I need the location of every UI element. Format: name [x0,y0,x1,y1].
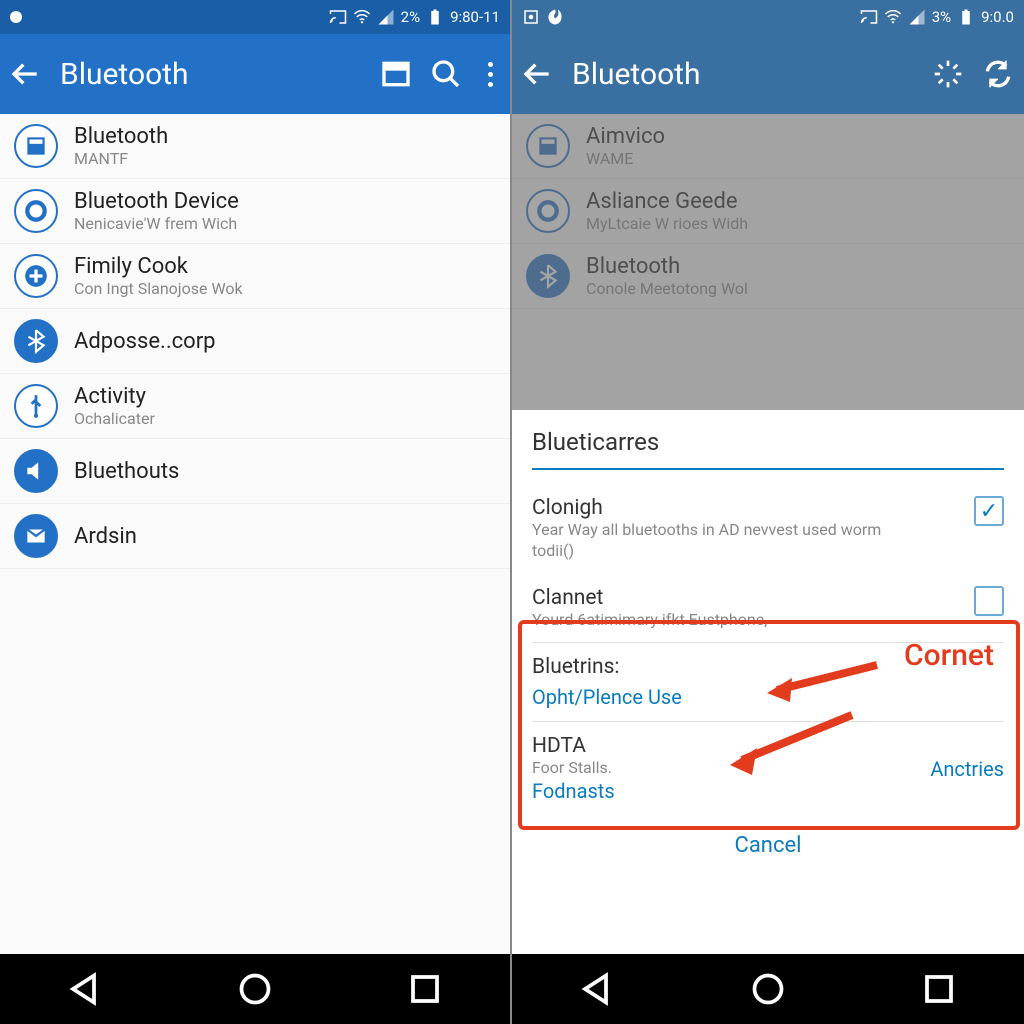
cancel-button[interactable]: Cancel [735,833,802,858]
app-bar: Bluetooth [512,34,1024,114]
list-item-title: Ardsin [74,524,137,549]
list-item-title: Activity [74,384,155,409]
list-item[interactable]: Bluethouts [0,439,510,504]
spark-icon[interactable] [932,58,964,90]
nav-home-icon[interactable] [237,971,273,1007]
window-icon [14,124,58,168]
option-title: Clonigh [532,496,922,520]
checkbox-checked-icon[interactable]: ✓ [974,496,1004,526]
list-item[interactable]: ActivityOchalicater [0,374,510,439]
nav-home-icon[interactable] [750,971,786,1007]
nav-recent-icon[interactable] [407,971,443,1007]
speaker-icon [14,449,58,493]
phone-right: 3% 9:0.0 Bluetooth AimvicoWAME Asliance … [512,0,1024,1024]
nav-back-icon[interactable] [67,971,103,1007]
settings-dialog: Blueticarres Clonigh Year Way all blueto… [512,410,1024,954]
status-time: 9:0.0 [981,8,1014,26]
battery-icon [957,8,975,26]
divider [532,468,1004,470]
wifi-icon [353,8,371,26]
search-icon[interactable] [430,58,462,90]
status-bar: 3% 9:0.0 [512,0,1024,34]
cast-icon [329,8,347,26]
list-item-title: Bluetooth [74,124,168,149]
mail-icon [14,514,58,558]
status-bar: 2% 9:80-11 [0,0,510,34]
nav-back-icon[interactable] [579,971,615,1007]
phone-left: 2% 9:80-11 Bluetooth BluetoothMANTF Blue… [0,0,512,1024]
notification-dot-icon [10,11,22,23]
list-item-sub: MANTF [74,149,168,168]
list-item-title: Fimily Cook [74,254,243,279]
option-row[interactable]: Clonigh Year Way all bluetooths in AD ne… [532,484,1004,574]
dialog-title: Blueticarres [532,428,1004,456]
list-item-title: Bluethouts [74,459,179,484]
checkbox-unchecked-icon[interactable] [974,586,1004,616]
app-bar: Bluetooth [0,34,510,114]
nav-bar [0,954,510,1024]
square-dot-icon [522,8,540,26]
nav-bar [512,954,1024,1024]
arrow-icon [762,660,882,710]
list-item-sub: Con Ingt Slanojose Wok [74,279,243,298]
list-item[interactable]: Bluetooth DeviceNenicavie'W frem Wich [0,179,510,244]
cast-icon [860,8,878,26]
signal-icon [377,8,395,26]
list-item[interactable]: Ardsin [0,504,510,569]
wifi-icon [884,8,902,26]
option-title: Clannet [532,586,767,610]
back-icon[interactable] [10,58,42,90]
arrow-icon [722,710,862,780]
list-item-title: Adposse..corp [74,329,216,354]
page-title: Bluetooth [60,57,362,92]
list-item[interactable]: Fimily CookCon Ingt Slanojose Wok [0,244,510,309]
list-item-title: Bluetooth Device [74,189,239,214]
list-item[interactable]: BluetoothMANTF [0,114,510,179]
device-list[interactable]: BluetoothMANTF Bluetooth DeviceNenicavie… [0,114,510,954]
page-title: Bluetooth [572,57,914,92]
list-item[interactable]: Adposse..corp [0,309,510,374]
refresh-icon[interactable] [982,58,1014,90]
flame-icon [546,8,564,26]
status-pct: 2% [401,8,420,26]
nav-recent-icon[interactable] [921,971,957,1007]
annotation-label: Cornet [904,638,994,673]
window-icon[interactable] [380,58,412,90]
status-time: 9:80-11 [450,8,500,26]
usb-icon [14,384,58,428]
more-icon[interactable] [480,62,500,87]
bluetooth-icon [14,319,58,363]
back-icon[interactable] [522,58,554,90]
list-item-sub: Nenicavie'W frem Wich [74,214,239,233]
status-pct: 3% [932,8,951,26]
option-sub: Year Way all bluetooths in AD nevvest us… [532,520,922,562]
signal-icon [908,8,926,26]
battery-icon [426,8,444,26]
ring-icon [14,189,58,233]
list-item-sub: Ochalicater [74,409,155,428]
plus-icon [14,254,58,298]
